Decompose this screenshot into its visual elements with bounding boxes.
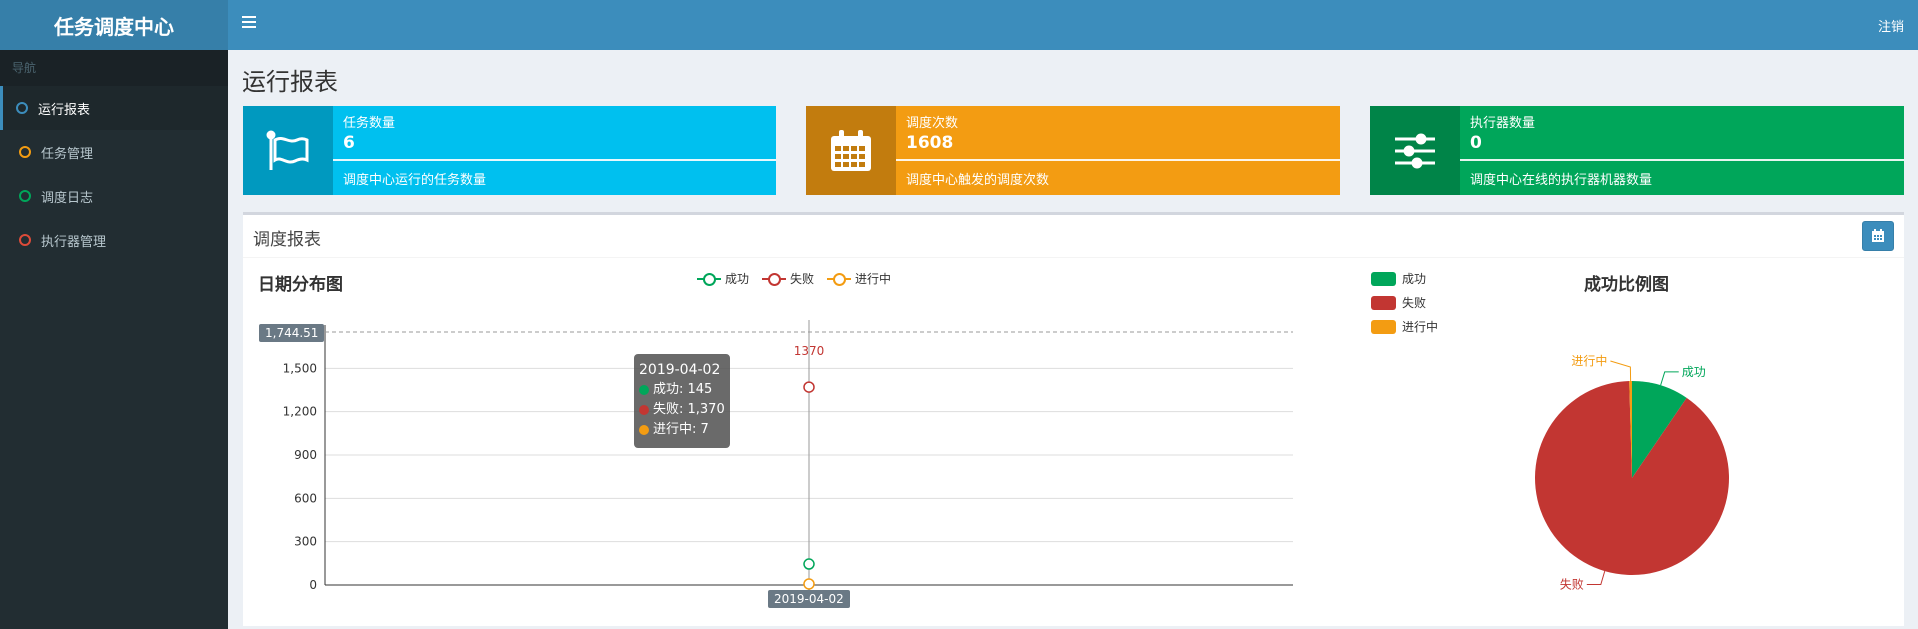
- page-title: 运行报表: [242, 68, 338, 96]
- calendar-icon: [806, 106, 896, 195]
- legend-symbol: [1371, 271, 1396, 286]
- sidebar-toggle-icon[interactable]: [242, 16, 256, 30]
- sidebar-item-label: 任务管理: [41, 146, 94, 162]
- info-value: 1608: [906, 133, 954, 153]
- sidebar: 导航 运行报表 任务管理 调度日志 执行器管理: [0, 50, 228, 629]
- legend-label: 成功: [1402, 272, 1427, 286]
- progress-bar: [896, 159, 1340, 161]
- chart-tooltip: 2019-04-02 成功: 145 失败: 1,370 进行中: 7: [634, 354, 730, 448]
- sliders-icon: [1370, 106, 1460, 195]
- legend-label: 进行中: [855, 272, 892, 286]
- divider: [243, 257, 1904, 258]
- point-label: 1370: [794, 344, 825, 358]
- y-tick-label: 300: [294, 535, 317, 549]
- legend-label: 进行中: [1402, 320, 1439, 334]
- y-tick-label: 900: [294, 448, 317, 462]
- legend-label: 失败: [790, 272, 815, 286]
- app-logo[interactable]: 任务调度中心: [0, 0, 228, 50]
- legend-item-running[interactable]: 进行中: [827, 270, 891, 287]
- tooltip-date: 2019-04-02: [639, 362, 721, 378]
- tooltip-row: 进行中: 7: [653, 422, 709, 437]
- info-description: 调度中心运行的任务数量: [343, 173, 487, 188]
- tooltip-row: 成功: 145: [653, 382, 713, 397]
- pie-chart-title: 成功比例图: [1584, 275, 1669, 295]
- pie-legend-fail[interactable]: 失败: [1371, 294, 1426, 311]
- data-point: [803, 558, 815, 570]
- legend-symbol: [762, 272, 786, 286]
- legend-item-fail[interactable]: 失败: [762, 270, 814, 287]
- y-tick-label: 1,200: [283, 405, 317, 419]
- circle-icon: [16, 102, 28, 114]
- info-description: 调度中心在线的执行器机器数量: [1470, 173, 1653, 188]
- info-box-executors: 执行器数量 0 调度中心在线的执行器机器数量: [1370, 106, 1904, 195]
- pie-label-line: [1610, 360, 1632, 382]
- date-range-button[interactable]: [1862, 221, 1894, 251]
- running-dot: [639, 425, 649, 435]
- tooltip-row: 失败: 1,370: [653, 402, 725, 417]
- progress-bar: [1460, 159, 1904, 161]
- legend-symbol: [827, 272, 851, 286]
- info-label: 调度次数: [906, 116, 959, 131]
- sidebar-item-report[interactable]: 运行报表: [0, 86, 228, 130]
- data-point: [803, 578, 815, 590]
- line-chart: 0 300 600 900 1,200 1,500 1370: [283, 320, 1293, 592]
- pie-label: 进行中: [1571, 353, 1607, 368]
- sidebar-item-executors[interactable]: 执行器管理: [0, 218, 228, 262]
- info-label: 执行器数量: [1470, 116, 1536, 131]
- y-tick-label: 1,500: [283, 361, 317, 375]
- panel-title: 调度报表: [253, 230, 321, 250]
- y-tick-label: 600: [294, 491, 317, 505]
- info-value: 0: [1470, 133, 1482, 153]
- pie-label: 成功: [1682, 365, 1706, 379]
- top-navbar: 注销: [228, 0, 1918, 50]
- line-chart-title: 日期分布图: [258, 275, 343, 295]
- sidebar-item-label: 运行报表: [38, 102, 91, 118]
- pie-label: 失败: [1560, 577, 1584, 592]
- pie-legend-running[interactable]: 进行中: [1371, 318, 1438, 335]
- info-description: 调度中心触发的调度次数: [906, 173, 1050, 188]
- sidebar-item-label: 执行器管理: [41, 234, 107, 250]
- axis-pointer-y-label: 1,744.51: [259, 324, 325, 342]
- sidebar-item-label: 调度日志: [41, 190, 94, 206]
- legend-symbol: [1371, 319, 1396, 334]
- legend-item-success[interactable]: 成功: [697, 270, 749, 287]
- legend-symbol: [1371, 295, 1396, 310]
- progress-bar: [333, 159, 776, 161]
- info-box-triggers: 调度次数 1608 调度中心触发的调度次数: [806, 106, 1340, 195]
- pie-label-line: [1660, 371, 1679, 386]
- sidebar-item-jobs[interactable]: 任务管理: [0, 130, 228, 174]
- success-dot: [639, 385, 649, 395]
- legend-label: 失败: [1402, 296, 1427, 310]
- info-value: 6: [343, 133, 355, 153]
- app-title: 任务调度中心: [54, 14, 174, 39]
- circle-icon: [19, 146, 31, 158]
- logout-link[interactable]: 注销: [1878, 16, 1904, 35]
- legend-symbol: [697, 272, 721, 286]
- data-point: [803, 381, 815, 393]
- sidebar-item-logs[interactable]: 调度日志: [0, 174, 228, 218]
- flag-icon: [243, 106, 333, 195]
- y-tick-label: 0: [309, 578, 317, 592]
- circle-icon: [19, 190, 31, 202]
- sidebar-header: 导航: [0, 50, 228, 86]
- circle-icon: [19, 234, 31, 246]
- calendar-icon: [1872, 229, 1884, 242]
- fail-dot: [639, 405, 649, 415]
- info-box-jobs: 任务数量 6 调度中心运行的任务数量: [243, 106, 776, 195]
- pie-legend-success[interactable]: 成功: [1371, 270, 1426, 287]
- info-label: 任务数量: [343, 116, 396, 131]
- pie-chart: 成功失败 进行中: [1535, 353, 1729, 592]
- legend-label: 成功: [725, 272, 750, 286]
- pie-label-line: [1586, 570, 1606, 586]
- axis-pointer-x-label: 2019-04-02: [768, 590, 850, 608]
